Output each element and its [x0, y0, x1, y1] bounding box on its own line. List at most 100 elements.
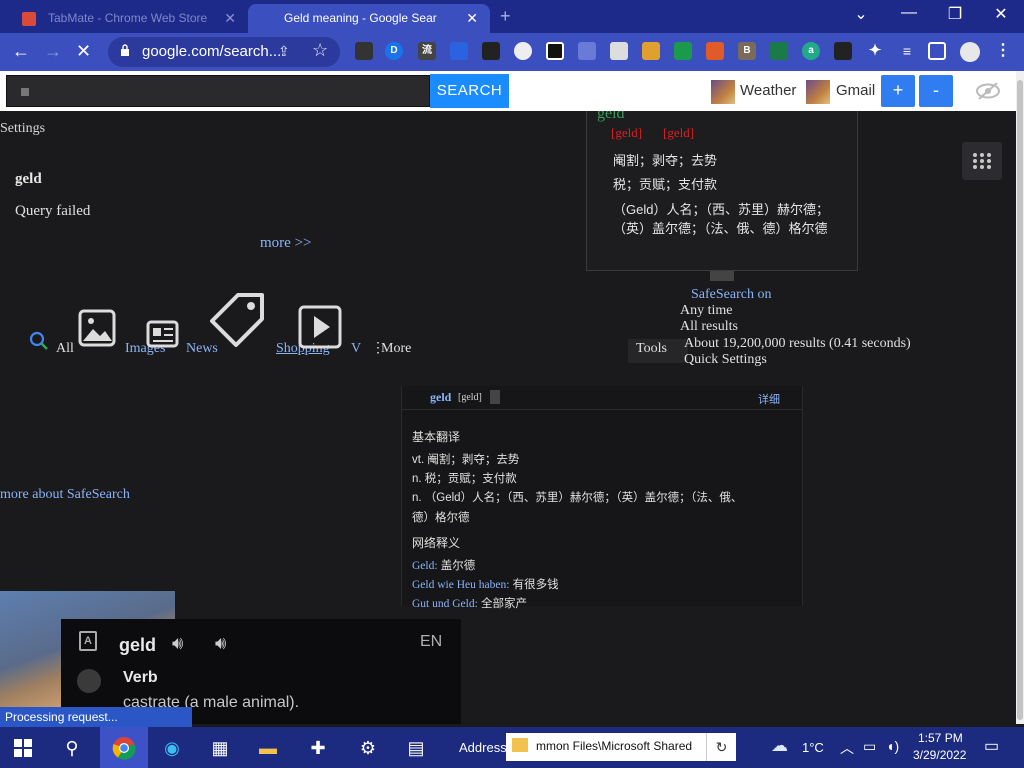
- menu-kebab-icon[interactable]: ⋮: [994, 42, 1012, 60]
- tab-geld-search[interactable]: Geld meaning - Google Sear ✕: [248, 4, 490, 33]
- more-about-safesearch-link[interactable]: more about SafeSearch: [0, 487, 130, 503]
- chrome-icon[interactable]: [112, 736, 136, 760]
- web-term[interactable]: Geld wie Heu haben:: [412, 579, 509, 591]
- zoom-out-button[interactable]: -: [919, 75, 953, 107]
- weather-cloud-icon[interactable]: ☁: [771, 736, 788, 756]
- google-apps-grid-icon[interactable]: [962, 142, 1002, 180]
- search-all-icon: [29, 331, 48, 350]
- scrollbar-thumb[interactable]: [1017, 80, 1023, 720]
- settings-gear-icon[interactable]: ⚙: [350, 733, 386, 763]
- share-icon[interactable]: ⇪: [278, 43, 290, 60]
- game-controller-icon[interactable]: ✚: [300, 733, 336, 763]
- extension-icon-9[interactable]: [610, 42, 628, 60]
- network-icon[interactable]: ▭: [863, 738, 876, 755]
- clock-time[interactable]: 1:57 PM: [918, 731, 963, 745]
- side-panel-icon[interactable]: [928, 42, 946, 60]
- safesearch-link[interactable]: SafeSearch on: [691, 287, 771, 303]
- notification-icon[interactable]: ▭: [984, 736, 999, 756]
- bookmark-star-icon[interactable]: ☆: [312, 40, 328, 61]
- search-button[interactable]: SEARCH: [430, 74, 509, 108]
- calendar-icon[interactable]: ▤: [398, 733, 434, 763]
- settings-link[interactable]: Settings: [0, 121, 45, 137]
- basic-line-3: n. （Geld）人名；（西、苏里）赫尔德；（英）盖尔德；（法、俄、: [412, 492, 743, 504]
- zoom-in-button[interactable]: +: [881, 75, 915, 107]
- extension-icon-14[interactable]: [770, 42, 788, 60]
- restore-button[interactable]: ❐: [932, 4, 978, 24]
- extension-bug-icon[interactable]: [482, 42, 500, 60]
- stop-icon[interactable]: ✕: [76, 41, 91, 62]
- quick-settings-link[interactable]: Quick Settings: [684, 352, 767, 368]
- volume-icon[interactable]: ◖): [886, 738, 899, 754]
- result-stats: About 19,200,000 results (0.41 seconds): [684, 336, 911, 351]
- new-tab-button[interactable]: +: [500, 6, 511, 27]
- web-term[interactable]: Geld:: [412, 560, 438, 572]
- search-results-page: Settings geld Query failed more >> geld …: [0, 111, 1016, 724]
- extension-icon-8[interactable]: [578, 42, 596, 60]
- web-term[interactable]: Gut und Geld:: [412, 598, 478, 610]
- file-explorer-icon[interactable]: ▬: [250, 733, 286, 763]
- translate-icon[interactable]: A: [79, 631, 97, 651]
- edge-icon[interactable]: ◉: [154, 733, 190, 763]
- tab-tabmate[interactable]: TabMate - Chrome Web Store ✕: [8, 4, 248, 33]
- profile-avatar[interactable]: [960, 42, 980, 62]
- extension-save-icon[interactable]: [546, 42, 564, 60]
- tools-button[interactable]: Tools: [628, 339, 688, 363]
- speaker-normal-icon[interactable]: 🔊︎: [172, 633, 183, 654]
- extension-d-icon[interactable]: D: [385, 42, 403, 60]
- keyword-title: geld: [15, 171, 42, 187]
- speaker-icon[interactable]: [490, 390, 500, 404]
- cursor-marker: [21, 88, 29, 96]
- web-meaning: 全部家产: [481, 598, 528, 610]
- web-meaning: 有很多钱: [512, 579, 559, 591]
- address-go-icon[interactable]: ↻: [706, 733, 736, 761]
- hide-eye-icon[interactable]: [974, 80, 1002, 102]
- extension-b-icon[interactable]: B: [738, 42, 756, 60]
- search-icon[interactable]: ⚲: [54, 733, 90, 763]
- tab-all[interactable]: All: [56, 341, 74, 357]
- puzzle-icon[interactable]: ✦: [866, 42, 884, 60]
- close-window-button[interactable]: ✕: [978, 4, 1024, 24]
- all-results-filter[interactable]: All results: [680, 319, 738, 335]
- tab-videos[interactable]: V: [351, 341, 361, 357]
- extension-panda-icon[interactable]: [834, 42, 852, 60]
- weather-link[interactable]: Weather: [740, 82, 796, 99]
- extension-search-bar: SEARCH Weather Gmail + -: [0, 71, 1024, 111]
- any-time-filter[interactable]: Any time: [680, 303, 733, 319]
- extension-icon-11[interactable]: [674, 42, 692, 60]
- extension-liu-icon[interactable]: 流: [418, 42, 436, 60]
- url-text: google.com/search...: [142, 43, 282, 60]
- address-toolbar-input[interactable]: mmon Files\Microsoft Shared: [506, 733, 706, 761]
- close-tab-icon[interactable]: ✕: [224, 10, 236, 27]
- extension-icon-4[interactable]: [450, 42, 468, 60]
- extension-icon-12[interactable]: [706, 42, 724, 60]
- mail-app-icon[interactable]: ▦: [202, 733, 238, 763]
- query-failed-text: Query failed: [15, 203, 91, 219]
- extension-a-icon[interactable]: a: [802, 42, 820, 60]
- gmail-link[interactable]: Gmail: [836, 82, 875, 99]
- tab-search-icon[interactable]: ⌄: [838, 4, 884, 24]
- tab-more[interactable]: More: [381, 341, 411, 357]
- extension-icon-1[interactable]: [355, 42, 373, 60]
- clock-date[interactable]: 3/29/2022: [913, 748, 966, 762]
- temperature-text[interactable]: 1°C: [802, 740, 824, 755]
- more-link[interactable]: more >>: [260, 235, 312, 252]
- windows-start-icon[interactable]: [14, 739, 32, 757]
- detail-link[interactable]: 详细: [758, 391, 780, 407]
- forward-icon[interactable]: →: [44, 41, 62, 62]
- search-input[interactable]: [6, 75, 430, 107]
- minimize-button[interactable]: —: [886, 4, 932, 22]
- extension-home-icon[interactable]: [642, 42, 660, 60]
- news-icon: [146, 320, 179, 348]
- definition-icon: [77, 669, 101, 693]
- close-tab-icon[interactable]: ✕: [466, 10, 478, 27]
- windows-taskbar: ⚲ ◉ ▦ ▬ ✚ ⚙ ▤ Address mmon Files\Microso…: [0, 727, 1024, 768]
- extension-clock-icon[interactable]: [514, 42, 532, 60]
- language-label: EN: [420, 633, 443, 650]
- dictionary-popup: geld [geld] [geld] 阉割；剥夺；去势 税；贡赋；支付款 （Ge…: [586, 111, 858, 271]
- address-bar[interactable]: google.com/search... ⇪ ☆: [108, 37, 340, 67]
- speaker-slow-icon[interactable]: 🔊︎: [215, 633, 226, 654]
- back-icon[interactable]: ←: [12, 41, 30, 62]
- tray-chevron-icon[interactable]: ︿: [840, 738, 854, 758]
- media-queue-icon[interactable]: ≡: [898, 42, 916, 60]
- popup-resize-handle[interactable]: [710, 271, 734, 281]
